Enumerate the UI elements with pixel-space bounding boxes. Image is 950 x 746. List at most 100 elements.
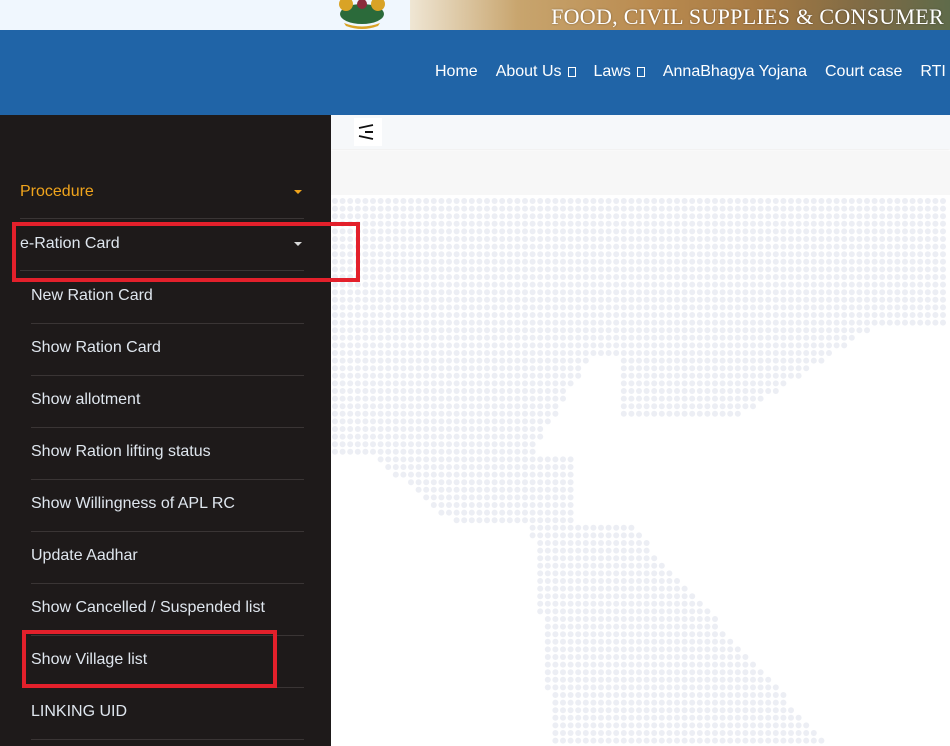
map-dot [613, 585, 620, 592]
map-dot [917, 213, 924, 220]
map-dot [537, 319, 544, 326]
map-dot [620, 350, 627, 356]
nav-court-case[interactable]: Court case [825, 63, 902, 81]
sidebar-item-e-ration-card[interactable]: e-Ration Card [20, 219, 304, 271]
map-dot [696, 198, 703, 204]
map-dot [886, 213, 893, 220]
map-dot [636, 243, 642, 250]
map-dot [924, 228, 931, 235]
nav-laws[interactable]: Laws [594, 63, 645, 81]
sidebar-subitem-show-allotment[interactable]: Show allotment [31, 376, 304, 428]
map-dot [841, 236, 848, 242]
map-dot [400, 410, 407, 417]
map-dot [423, 350, 430, 356]
map-dot [598, 585, 604, 592]
map-dot [719, 266, 726, 273]
map-dot [537, 251, 544, 258]
sidebar-toggle-button[interactable] [354, 118, 382, 146]
sidebar-subitem-update-aadhar[interactable]: Update Aadhar [31, 532, 304, 584]
map-dot [552, 296, 559, 303]
map-dot [491, 220, 498, 227]
map-dot [681, 357, 688, 364]
map-dot [613, 714, 620, 721]
map-dot [575, 684, 582, 691]
map-dot [544, 403, 551, 410]
map-dot [544, 342, 551, 349]
map-dot [658, 692, 665, 698]
map-dot [689, 334, 696, 341]
map-dot [810, 334, 817, 341]
sidebar-subitem-willingness-apl-rc[interactable]: Show Willingness of APL RC [31, 480, 304, 532]
map-dot [727, 228, 734, 235]
map-dot [613, 593, 620, 600]
map-dot [552, 372, 559, 379]
map-dot [575, 669, 582, 676]
map-dot [567, 562, 574, 569]
map-dot [560, 730, 566, 736]
map-dot [446, 205, 452, 212]
nav-rti[interactable]: RTI [920, 63, 945, 81]
map-dot [871, 266, 878, 273]
map-dot [917, 266, 924, 273]
sidebar-subitem-new-ration-card[interactable]: New Ration Card [31, 272, 304, 324]
sidebar-subitem-show-village-list[interactable]: Show Village list [31, 636, 304, 688]
map-dot [681, 692, 688, 698]
map-dot [613, 327, 620, 334]
sidebar-item-procedure[interactable]: Procedure [20, 167, 304, 219]
map-dot [818, 213, 825, 220]
map-dot [499, 441, 506, 448]
map-dot [453, 486, 460, 493]
map-dot [354, 410, 361, 417]
map-dot [362, 418, 369, 425]
map-dot [354, 357, 361, 364]
map-dot [575, 570, 582, 577]
map-dot [613, 661, 620, 668]
map-dot [582, 236, 589, 242]
map-dot [750, 372, 756, 379]
map-dot [613, 722, 620, 729]
map-dot [605, 646, 612, 653]
map-dot [423, 228, 430, 235]
map-dot [354, 274, 361, 280]
map-dot [651, 654, 658, 660]
map-dot [833, 228, 840, 235]
map-dot [940, 220, 946, 227]
sidebar-subitem-show-ration-card[interactable]: Show Ration Card [31, 324, 304, 376]
map-dot [628, 646, 635, 653]
map-dot [590, 638, 597, 645]
map-dot [415, 342, 422, 349]
map-dot [461, 243, 468, 250]
map-dot [506, 395, 513, 402]
map-dot [628, 616, 635, 622]
map-dot [788, 737, 794, 744]
map-dot [476, 464, 483, 470]
map-dot [362, 448, 369, 455]
map-dot [674, 692, 680, 698]
nav-annabhagya-yojana[interactable]: AnnaBhagya Yojana [663, 63, 807, 81]
map-dot [560, 289, 566, 296]
map-dot [742, 684, 749, 691]
map-dot [765, 699, 772, 706]
map-dot [544, 456, 551, 463]
map-dot [879, 228, 886, 235]
map-dot [468, 418, 475, 425]
map-dot [423, 319, 430, 326]
map-dot [415, 198, 422, 204]
map-dot [620, 547, 627, 554]
map-dot [332, 319, 338, 326]
map-dot [620, 555, 627, 562]
sidebar-subitem-ration-lifting-status[interactable]: Show Ration lifting status [31, 428, 304, 480]
map-dot [924, 198, 931, 204]
nav-home[interactable]: Home [435, 63, 478, 81]
sidebar-subitem-cancelled-suspended-list[interactable]: Show Cancelled / Suspended list [31, 584, 304, 636]
map-dot [529, 258, 536, 265]
map-dot [598, 616, 604, 622]
map-dot [506, 243, 513, 250]
nav-about-us[interactable]: About Us [496, 63, 576, 81]
map-dot [719, 350, 726, 356]
map-dot [719, 220, 726, 227]
sidebar-subitem-linking-uid[interactable]: LINKING UID [31, 688, 304, 740]
map-dot [544, 547, 551, 554]
map-dot [719, 342, 726, 349]
map-dot [643, 304, 650, 311]
